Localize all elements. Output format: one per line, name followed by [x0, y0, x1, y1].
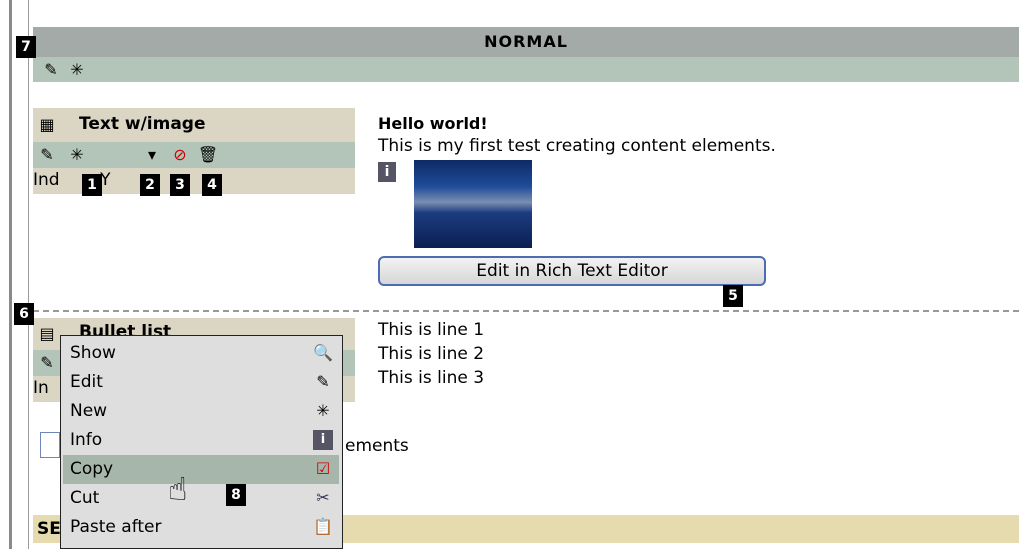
hand-cursor-icon: ☝ — [168, 470, 188, 508]
menu-item-label: New — [70, 401, 108, 421]
menu-item-label: Cut — [70, 488, 100, 508]
element-header-text-image: ▦ Text w/image — [33, 108, 355, 142]
menu-item-show[interactable]: Show 🔍 — [63, 339, 339, 368]
callout-badge-8: 8 — [226, 484, 246, 506]
index-label: In — [33, 378, 49, 398]
pencil-icon[interactable]: ✎ — [40, 59, 62, 81]
menu-item-label: Paste after — [70, 517, 162, 537]
menu-item-info[interactable]: Info i — [63, 426, 339, 455]
menu-item-label: Copy — [70, 459, 114, 479]
menu-item-copy[interactable]: Copy ☑ — [63, 455, 339, 484]
callout-badge-5: 5 — [723, 285, 743, 307]
callout-badge-7: 7 — [16, 36, 36, 58]
menu-item-paste-after[interactable]: Paste after 📋 — [63, 513, 339, 542]
elements-label: ements — [345, 436, 409, 456]
hide-icon[interactable]: ⊘ — [169, 144, 191, 166]
column-toolbar: ✎ ✳ — [33, 57, 1019, 82]
menu-item-edit[interactable]: Edit ✎ — [63, 368, 339, 397]
context-menu: Show 🔍 Edit ✎ New ✳ Info i Copy ☑ Cut ✂ … — [60, 335, 343, 549]
callout-badge-1: 1 — [82, 174, 102, 196]
element-title: Text w/image — [79, 114, 206, 134]
menu-item-new[interactable]: New ✳ — [63, 397, 339, 426]
callout-badge-3: 3 — [170, 174, 190, 196]
list-line: This is line 2 — [378, 344, 485, 364]
new-record-icon[interactable]: ✳ — [66, 59, 88, 81]
move-down-icon[interactable]: ▾ — [141, 144, 163, 166]
edit-rte-button[interactable]: Edit in Rich Text Editor — [378, 256, 766, 286]
content-body: This is my first test creating content e… — [378, 136, 776, 156]
list-line: This is line 3 — [378, 368, 485, 388]
bullet-list-icon: ▤ — [39, 324, 55, 343]
menu-item-cut[interactable]: Cut ✂ — [63, 484, 339, 513]
info-icon[interactable]: i — [378, 162, 396, 182]
scissors-icon: ✂ — [316, 488, 330, 507]
text-image-icon: ▦ — [39, 115, 55, 134]
callout-badge-4: 4 — [202, 174, 222, 196]
menu-item-label: Edit — [70, 372, 103, 392]
list-line: This is line 1 — [378, 320, 485, 340]
magnifier-icon: 🔍 — [313, 343, 333, 362]
menu-item-label: Show — [70, 343, 116, 363]
callout-badge-2: 2 — [140, 174, 160, 196]
info-icon: i — [313, 430, 333, 450]
paste-icon: 📋 — [313, 517, 333, 536]
column-header: NORMAL — [33, 27, 1019, 57]
column-header-title: NORMAL — [484, 32, 568, 51]
new-record-icon[interactable]: ✳ — [66, 144, 88, 166]
left-border — [9, 0, 12, 549]
pencil-icon: ✎ — [316, 372, 330, 391]
checkbox[interactable] — [40, 432, 60, 458]
element-divider — [33, 310, 1019, 312]
element-toolbar: ✎ ✳ ▾ ⊘ 🗑 — [33, 142, 355, 168]
left-border-inner — [28, 0, 29, 549]
delete-icon[interactable]: 🗑 — [197, 144, 219, 166]
menu-item-label: Info — [70, 430, 103, 450]
copy-icon: ☑ — [315, 459, 331, 478]
pencil-icon[interactable]: ✎ — [36, 352, 58, 374]
pencil-icon[interactable]: ✎ — [36, 144, 58, 166]
new-record-icon: ✳ — [316, 401, 330, 420]
callout-badge-6: 6 — [14, 303, 34, 325]
index-label: Ind — [33, 170, 60, 190]
content-image — [414, 160, 532, 248]
section-label: SE — [37, 519, 61, 539]
content-heading: Hello world! — [378, 114, 488, 133]
